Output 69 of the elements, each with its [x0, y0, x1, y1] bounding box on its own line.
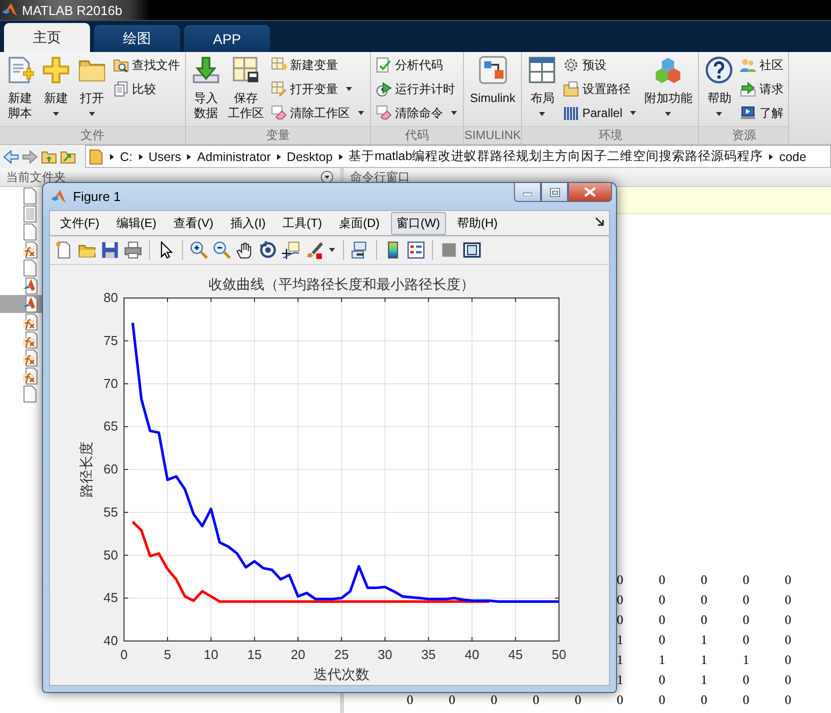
tick-label: 45: [508, 647, 523, 662]
matrix-value: 0: [616, 591, 624, 609]
matrix-value: 0: [742, 571, 750, 589]
section-label: 代码: [371, 126, 463, 144]
matrix-value: 0: [532, 691, 540, 709]
matrix-value: 0: [742, 671, 750, 689]
tick-label: 40: [464, 647, 480, 662]
matrix-value: 0: [658, 631, 666, 649]
tick-label: 35: [421, 647, 436, 662]
matrix-value: 0: [784, 671, 792, 689]
tick-label: 65: [104, 418, 118, 434]
matrix-value: 0: [658, 691, 666, 709]
matrix-value: 0: [784, 651, 792, 669]
tick-label: 30: [378, 647, 392, 662]
tick-label: 5: [164, 647, 172, 662]
matrix-value: 0: [742, 691, 750, 709]
matrix-value: 0: [574, 691, 582, 709]
matrix-value: 0: [406, 691, 414, 709]
section-label: 文件: [0, 126, 185, 144]
matrix-value: 1: [700, 631, 708, 649]
tick-label: 15: [247, 647, 262, 662]
matrix-value: 1: [616, 651, 624, 669]
tick-label: 10: [204, 647, 218, 662]
matrix-value: 0: [742, 631, 750, 649]
matrix-value: 1: [742, 651, 750, 669]
matrix-value: 0: [616, 691, 624, 709]
matrix-value: 0: [616, 611, 624, 629]
matrix-value: 0: [784, 571, 792, 589]
matrix-value: 0: [616, 571, 624, 589]
matrix-value: 1: [616, 671, 624, 689]
matrix-value: 0: [742, 611, 750, 629]
tick-label: 50: [104, 547, 118, 562]
tick-label: 55: [104, 504, 118, 520]
matrix-value: 0: [784, 591, 792, 609]
matrix-value: 0: [784, 631, 792, 649]
chart-title: 收敛曲线（平均路径长度和最小路径长度）: [208, 276, 474, 292]
tick-label: 25: [334, 647, 349, 662]
matrix-value: 0: [700, 591, 708, 609]
matrix-value: 0: [658, 591, 666, 609]
matrix-value: 0: [742, 591, 750, 609]
matrix-value: 1: [616, 631, 624, 649]
axis-label: 路径长度: [78, 442, 94, 498]
window-title: MATLAB R2016b: [22, 2, 122, 18]
matrix-value: 0: [658, 571, 666, 589]
matrix-value: 0: [700, 571, 708, 589]
axis-label: 迭代次数: [314, 666, 370, 682]
matrix-value: 0: [700, 611, 708, 629]
tick-label: 80: [104, 290, 118, 305]
tick-label: 75: [104, 332, 118, 348]
matrix-value: 1: [700, 671, 708, 689]
matrix-value: 1: [700, 651, 708, 669]
tick-label: 0: [120, 647, 128, 662]
tick-label: 60: [104, 462, 118, 476]
section-label: 资源: [699, 126, 788, 144]
matrix-value: 0: [658, 611, 666, 629]
matrix-value: 0: [448, 691, 456, 709]
tick-label: 50: [552, 647, 566, 662]
matrix-value: 1: [658, 651, 666, 669]
tick-label: 20: [290, 647, 306, 662]
panel-title: 当前文件夹: [6, 168, 66, 186]
tick-label: 40: [104, 633, 118, 648]
matrix-value: 0: [490, 691, 498, 709]
matrix-value: 0: [784, 611, 792, 629]
matrix-value: 0: [784, 691, 792, 709]
matrix-value: 0: [658, 671, 666, 689]
tick-label: 45: [104, 590, 118, 606]
matrix-value: 0: [700, 691, 708, 709]
tick-label: 70: [104, 376, 118, 391]
window-title: Figure 1: [73, 189, 121, 204]
